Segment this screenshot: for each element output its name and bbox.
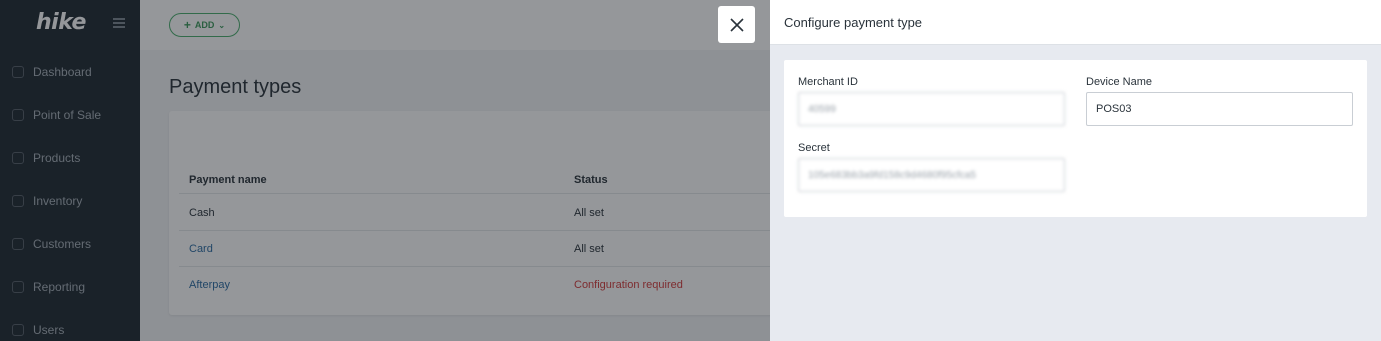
configure-payment-panel: Configure payment type Merchant ID 40599… [770, 0, 1381, 341]
device-name-label: Device Name [1086, 76, 1153, 88]
secret-label: Secret [798, 142, 830, 154]
merchant-id-label: Merchant ID [798, 76, 858, 88]
merchant-id-field[interactable]: 40599 [798, 92, 1065, 126]
configuration-form: Merchant ID 40599 Device Name POS03 Secr… [784, 60, 1367, 217]
modal-backdrop[interactable] [0, 0, 770, 341]
panel-title: Configure payment type [784, 15, 923, 30]
secret-field[interactable]: 105e683bb3a9fd158c9d4680f95cfca5 [798, 158, 1065, 192]
device-name-field[interactable]: POS03 [1086, 92, 1353, 126]
panel-header: Configure payment type [770, 0, 1381, 45]
close-icon [729, 17, 744, 32]
close-panel-button[interactable] [718, 6, 755, 43]
